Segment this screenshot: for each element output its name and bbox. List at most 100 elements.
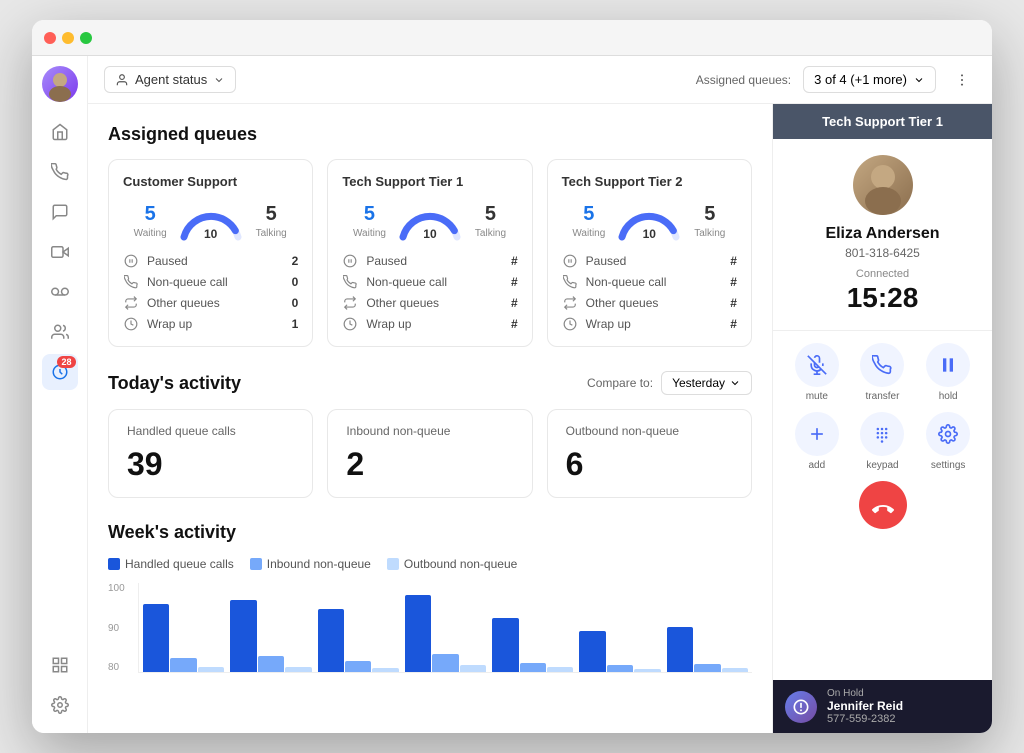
otherqueues-label-1: Other queues (366, 296, 493, 310)
handled-bar (318, 609, 344, 672)
stat-row: Paused # (562, 253, 737, 269)
wrapup-label-2: Wrap up (586, 317, 713, 331)
handled-bar (405, 595, 431, 672)
transfer-icon (860, 343, 904, 387)
y-label-90: 90 (108, 623, 125, 634)
transfer-label: transfer (866, 391, 900, 402)
nonqueue-value-0: 0 (282, 275, 298, 289)
talking-count-2: 5 (692, 203, 727, 226)
sidebar-item-settings[interactable] (42, 687, 78, 723)
legend-outbound: Outbound non-queue (387, 557, 517, 571)
inbound-value: 2 (346, 446, 513, 483)
gauge-1: 10 (395, 201, 465, 241)
hold-button[interactable]: hold (920, 343, 976, 402)
queue-selector-button[interactable]: 3 of 4 (+1 more) (803, 66, 936, 93)
compare-value: Yesterday (672, 376, 725, 390)
bar-group (230, 600, 311, 672)
sidebar-item-queues[interactable]: 28 (42, 354, 78, 390)
queue-dropdown-icon (913, 74, 925, 86)
otherqueues-icon-1 (342, 295, 358, 311)
wrapup-label-1: Wrap up (366, 317, 493, 331)
gauge-section-2: 5 Waiting 10 (562, 201, 737, 241)
waiting-label-2: Waiting (571, 228, 606, 239)
otherqueues-icon-0 (123, 295, 139, 311)
call-timer: 15:28 (847, 282, 919, 314)
right-panel: Tech Support Tier 1 Eliza Andersen 801-3… (772, 104, 992, 733)
end-call-icon (872, 494, 894, 516)
paused-icon-0 (123, 253, 139, 269)
y-axis-labels: 100 90 80 (108, 583, 125, 673)
caller-number: 801-318-6425 (845, 246, 920, 260)
handled-bar (579, 631, 605, 672)
outbound-bar (198, 667, 224, 672)
activity-card-inbound: Inbound non-queue 2 (327, 409, 532, 498)
outbound-label: Outbound non-queue (566, 424, 733, 438)
wrapup-icon-1 (342, 316, 358, 332)
maximize-button[interactable] (80, 32, 92, 44)
queue-title-0: Customer Support (123, 174, 298, 189)
transfer-button[interactable]: transfer (855, 343, 911, 402)
sidebar-item-voicemail[interactable] (42, 274, 78, 310)
queue-card-customer-support: Customer Support 5 Waiting (108, 159, 313, 347)
queue-card-tech-tier1: Tech Support Tier 1 5 Waiting (327, 159, 532, 347)
sidebar-item-phone[interactable] (42, 154, 78, 190)
on-hold-bar[interactable]: On Hold Jennifer Reid 577-559-2382 (773, 680, 992, 733)
stat-row: Non-queue call # (562, 274, 737, 290)
weeks-activity-section: Week's activity Handled queue calls Inbo… (108, 522, 752, 693)
todays-activity-header: Today's activity Compare to: Yesterday (108, 371, 752, 395)
stat-row: Non-queue call 0 (123, 274, 298, 290)
keypad-label: keypad (866, 460, 898, 471)
main-content: Agent status Assigned queues: 3 of 4 (+1… (88, 56, 992, 733)
assigned-queues-label: Assigned queues: (696, 73, 791, 87)
mute-button[interactable]: mute (789, 343, 845, 402)
settings-label: settings (931, 460, 965, 471)
top-bar: Agent status Assigned queues: 3 of 4 (+1… (88, 56, 992, 104)
inbound-bar (694, 664, 720, 672)
on-hold-info: On Hold Jennifer Reid 577-559-2382 (827, 688, 980, 725)
talking-stat-2: 5 Talking (692, 203, 727, 239)
avatar[interactable] (42, 66, 78, 102)
activity-cards: Handled queue calls 39 Inbound non-queue… (108, 409, 752, 498)
end-call-button[interactable] (859, 481, 907, 529)
minimize-button[interactable] (62, 32, 74, 44)
talking-stat-0: 5 Talking (254, 203, 289, 239)
outbound-bar (547, 667, 573, 672)
otherqueues-value-0: 0 (282, 296, 298, 310)
queue-stats-1: Paused # Non-queue call # (342, 253, 517, 332)
paused-value-0: 2 (282, 254, 298, 268)
agent-status-button[interactable]: Agent status (104, 66, 236, 93)
scroll-area[interactable]: Assigned queues Customer Support 5 Waiti… (88, 104, 772, 733)
outbound-value: 6 (566, 446, 733, 483)
bar-group (579, 631, 660, 672)
panel-header: Tech Support Tier 1 (773, 104, 992, 139)
sidebar-item-video[interactable] (42, 234, 78, 270)
sidebar-item-home[interactable] (42, 114, 78, 150)
chart-wrapper: 100 90 80 (108, 583, 752, 693)
sidebar-item-contacts[interactable] (42, 314, 78, 350)
stat-row: Other queues # (562, 295, 737, 311)
more-options-button[interactable] (948, 66, 976, 94)
activity-card-outbound: Outbound non-queue 6 (547, 409, 752, 498)
wrapup-icon-0 (123, 316, 139, 332)
queue-cards: Customer Support 5 Waiting (108, 159, 752, 347)
queue-stats-2: Paused # Non-queue call # (562, 253, 737, 332)
gauge-0: 10 (176, 201, 246, 241)
queue-title-2: Tech Support Tier 2 (562, 174, 737, 189)
sidebar-item-grid[interactable] (42, 647, 78, 683)
otherqueues-label-2: Other queues (586, 296, 713, 310)
paused-label-1: Paused (366, 254, 493, 268)
bar-group (318, 609, 399, 672)
sidebar-item-chat[interactable] (42, 194, 78, 230)
on-hold-name: Jennifer Reid (827, 699, 980, 713)
settings-button[interactable]: settings (920, 412, 976, 471)
add-button[interactable]: add (789, 412, 845, 471)
hold-label: hold (939, 391, 958, 402)
handled-value: 39 (127, 446, 294, 483)
compare-select-button[interactable]: Yesterday (661, 371, 752, 395)
paused-value-2: # (721, 254, 737, 268)
caller-avatar (853, 155, 913, 215)
close-button[interactable] (44, 32, 56, 44)
paused-icon-1 (342, 253, 358, 269)
add-label: add (808, 460, 825, 471)
keypad-button[interactable]: keypad (855, 412, 911, 471)
